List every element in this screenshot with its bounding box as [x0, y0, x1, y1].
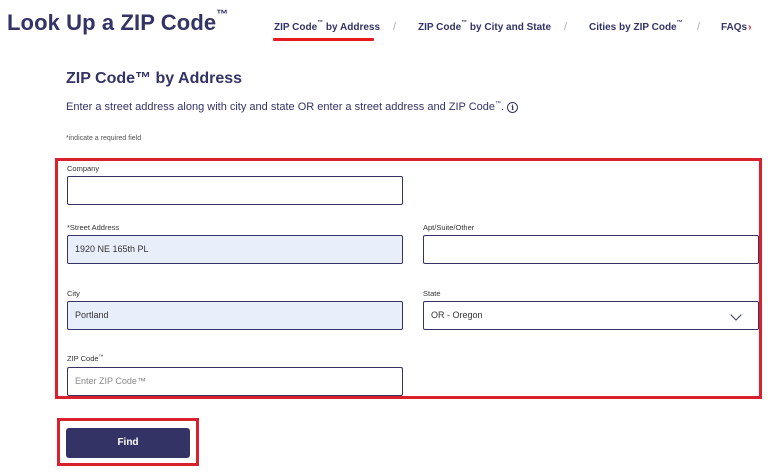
zip-code-label-text: ZIP Code	[67, 354, 99, 363]
zip-code-input[interactable]: Enter ZIP Code™	[67, 367, 403, 396]
page-title-tm: ™	[216, 7, 229, 21]
company-input[interactable]	[67, 176, 403, 205]
tab-cities-by-zip-label: Cities by ZIP Code	[589, 22, 677, 33]
state-select[interactable]: OR - Oregon	[423, 301, 759, 330]
apt-suite-input[interactable]	[423, 235, 759, 264]
tab-zip-by-city-state[interactable]: ZIP Code™ by City and State	[418, 20, 552, 33]
tab-faqs-label: FAQs	[721, 22, 748, 33]
section-description-end: .	[501, 101, 505, 113]
tab-zip-by-address[interactable]: ZIP Code™ by Address	[274, 20, 381, 33]
required-field-note: *indicate a required field	[66, 135, 142, 142]
tab-zip-by-city-state-suffix: by City and State	[467, 22, 552, 33]
info-icon[interactable]: i	[507, 102, 519, 113]
find-button[interactable]: Find	[66, 428, 190, 458]
street-address-input[interactable]: 1920 NE 165th PL	[67, 235, 403, 264]
city-label: City	[67, 289, 80, 298]
street-address-label: *Street Address	[67, 223, 120, 232]
tab-zip-by-address-tm: ™	[317, 20, 324, 26]
state-label: State	[423, 289, 441, 298]
active-tab-underline	[273, 38, 374, 41]
section-title: ZIP Code™ by Address	[66, 70, 243, 87]
apt-suite-label: Apt/Suite/Other	[423, 223, 475, 232]
tab-zip-by-city-state-tm: ™	[461, 20, 468, 26]
chevron-right-icon: ›	[748, 22, 752, 33]
city-input[interactable]: Portland	[67, 301, 403, 330]
nav-separator: /	[393, 21, 397, 33]
tab-zip-by-address-label: ZIP Code	[274, 22, 318, 33]
tab-cities-by-zip[interactable]: Cities by ZIP Code™	[589, 20, 683, 33]
lookup-nav: ZIP Code™ by Address / ZIP Code™ by City…	[0, 20, 768, 42]
tab-zip-by-city-state-label: ZIP Code	[418, 22, 462, 33]
section-description: Enter a street address along with city a…	[66, 101, 519, 113]
tab-faqs[interactable]: FAQs›	[721, 22, 751, 33]
nav-separator: /	[564, 21, 568, 33]
section-description-text: Enter a street address along with city a…	[66, 101, 496, 113]
state-select-value: OR - Oregon	[431, 310, 483, 320]
tab-zip-by-address-suffix: by Address	[323, 22, 381, 33]
tab-cities-by-zip-tm: ™	[676, 20, 683, 26]
zip-code-label-tm: ™	[98, 354, 104, 360]
chevron-down-icon	[730, 309, 742, 321]
company-label: Company	[67, 164, 100, 173]
nav-separator: /	[697, 21, 701, 33]
zip-code-label: ZIP Code™	[67, 354, 104, 363]
